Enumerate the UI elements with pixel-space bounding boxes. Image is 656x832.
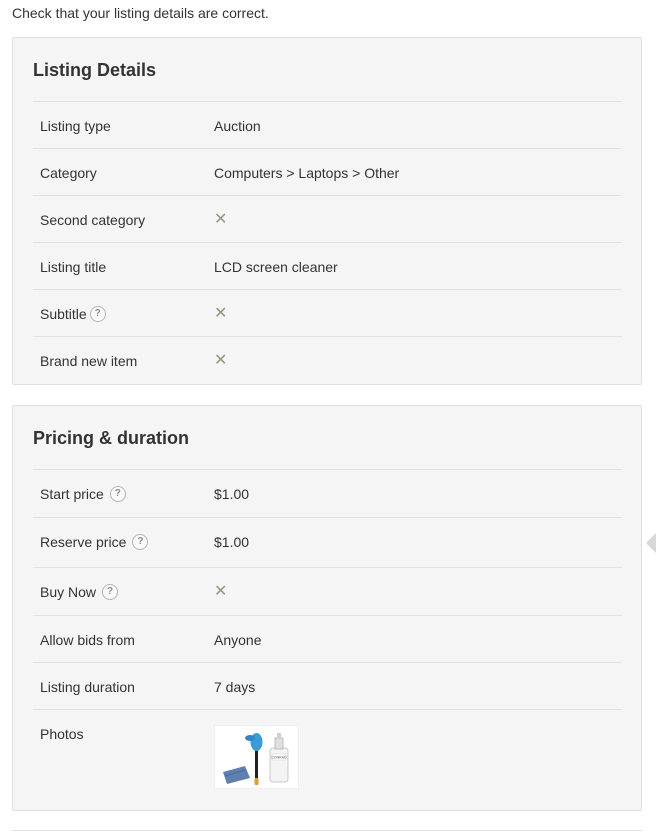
row-second-category: Second category ✕ [33,195,622,242]
start-price-value: $1.00 [214,486,250,502]
row-listing-duration: Listing duration 7 days [33,662,622,709]
start-price-label: Start price [40,486,104,502]
screen-cleaner-photo: CONRAD [223,733,289,785]
listing-type-value: Auction [214,118,261,134]
pricing-duration-title: Pricing & duration [33,428,190,448]
x-icon: ✕ [214,352,228,369]
brand-new-item-label: Brand new item [40,353,138,369]
allow-bids-from-label: Allow bids from [40,632,135,648]
x-icon: ✕ [214,211,228,228]
reserve-price-value: $1.00 [214,534,250,550]
row-listing-title: Listing title LCD screen cleaner [33,242,622,289]
row-subtitle: Subtitle ? ✕ [33,289,622,336]
listing-duration-label: Listing duration [40,679,135,695]
product-photo-thumbnail[interactable]: CONRAD [214,725,299,789]
help-icon[interactable]: ? [109,486,126,502]
row-reserve-price: Reserve price ? $1.00 [33,517,622,567]
allow-bids-from-value: Anyone [214,632,262,648]
buy-now-label: Buy Now [40,584,97,600]
listing-duration-value: 7 days [214,679,256,695]
category-label: Category [40,165,97,181]
row-listing-type: Listing type Auction [33,101,622,148]
side-tab-arrow[interactable] [646,533,656,553]
row-buy-now: Buy Now ? ✕ [33,567,622,615]
row-allow-bids-from: Allow bids from Anyone [33,615,622,662]
help-icon[interactable]: ? [89,306,106,322]
x-icon: ✕ [214,305,228,322]
row-category: Category Computers > Laptops > Other [33,148,622,195]
reserve-price-label: Reserve price [40,534,127,550]
row-photos: Photos CONRAD [33,709,622,808]
subtitle-label: Subtitle [40,306,87,322]
listing-details-title: Listing Details [33,60,157,80]
listing-details-panel: Listing Details Listing type Auction Cat… [12,37,642,385]
photos-label: Photos [40,726,84,742]
help-icon[interactable]: ? [102,584,119,600]
category-value: Computers > Laptops > Other [214,165,400,181]
pricing-duration-panel: Pricing & duration Start price ? $1.00 R… [12,405,642,811]
intro-text: Check that your listing details are corr… [12,5,269,21]
second-category-label: Second category [40,212,146,228]
bottle-label-text: CONRAD [271,756,287,760]
listing-title-label: Listing title [40,259,107,275]
x-icon: ✕ [214,583,228,600]
listing-title-value: LCD screen cleaner [214,259,338,275]
help-icon[interactable]: ? [132,534,149,550]
row-start-price: Start price ? $1.00 [33,469,622,517]
row-brand-new-item: Brand new item ✕ [33,336,622,382]
section-divider [12,830,642,831]
listing-type-label: Listing type [40,118,111,134]
